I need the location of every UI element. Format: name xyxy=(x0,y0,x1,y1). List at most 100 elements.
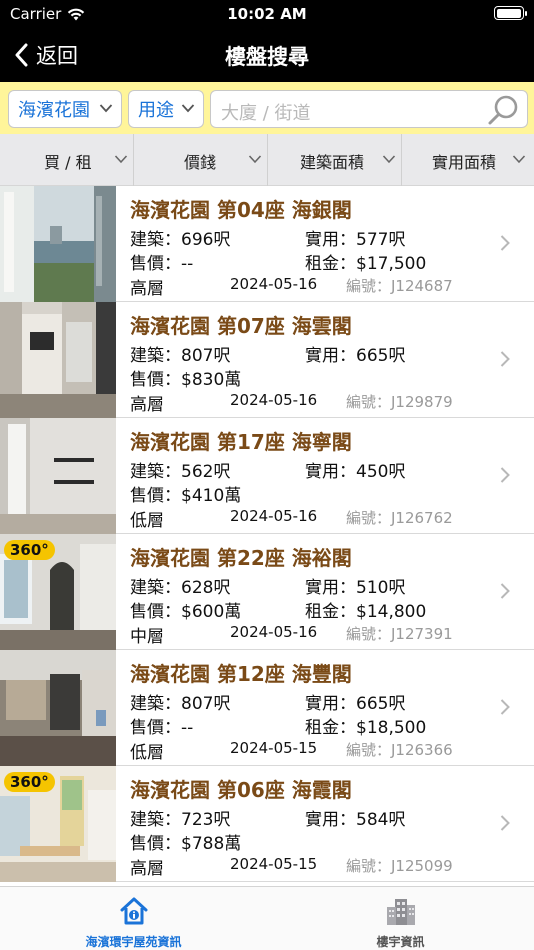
listing-date: 2024-05-16 xyxy=(230,623,318,641)
sale-price: 售價：$830萬 xyxy=(130,370,242,390)
rent-price: 租金：$14,800 xyxy=(305,602,427,622)
listing-code: 編號：J129879 xyxy=(346,393,453,411)
listing-list: 海濱花園 第04座 海銀閣 建築：696呎 實用：577呎 售價：-- 租金：$… xyxy=(0,186,534,886)
sale-price: 售價：$410萬 xyxy=(130,486,242,506)
listing-title: 海濱花園 第22座 海裕閣 xyxy=(130,546,352,570)
listing-row[interactable]: 海濱花園 第07座 海雲閣 建築：807呎 實用：665呎 售價：$830萬 高… xyxy=(0,302,534,418)
listing-title: 海濱花園 第12座 海豐閣 xyxy=(130,662,352,686)
floor-level: 低層 xyxy=(130,743,164,763)
page-title: 樓盤搜尋 xyxy=(225,45,309,69)
sale-price: 售價：-- xyxy=(130,718,194,738)
listing-title: 海濱花園 第04座 海銀閣 xyxy=(130,198,352,222)
chevron-down-icon xyxy=(248,155,262,164)
house-info-icon xyxy=(120,897,147,925)
chevron-down-icon xyxy=(512,155,526,164)
sort-label: 實用面積 xyxy=(432,153,497,172)
listing-row[interactable]: 海濱花園 第04座 海銀閣 建築：696呎 實用：577呎 售價：-- 租金：$… xyxy=(0,186,534,302)
usage-select-value: 用途 xyxy=(138,100,174,121)
status-time: 10:02 AM xyxy=(227,5,307,23)
search-icon[interactable] xyxy=(487,93,521,127)
listing-code: 編號：J126762 xyxy=(346,509,453,527)
chevron-right-icon xyxy=(500,351,510,367)
sort-gross-area[interactable]: 建築面積 xyxy=(268,134,402,186)
usage-select[interactable]: 用途 xyxy=(128,90,204,128)
listing-photo xyxy=(0,186,116,302)
sort-price[interactable]: 價錢 xyxy=(134,134,268,186)
gross-area: 建築：723呎 xyxy=(130,810,231,830)
buildings-icon xyxy=(386,899,415,925)
saleable-area: 實用：665呎 xyxy=(305,346,406,366)
gross-area: 建築：807呎 xyxy=(130,346,231,366)
saleable-area: 實用：577呎 xyxy=(305,230,406,250)
chevron-down-icon xyxy=(181,104,195,113)
estate-select[interactable]: 海濱花園 xyxy=(8,90,122,128)
sort-buy-rent[interactable]: 買 / 租 xyxy=(0,134,134,186)
gross-area: 建築：807呎 xyxy=(130,694,231,714)
listing-code: 編號：J127391 xyxy=(346,625,453,643)
listing-date: 2024-05-16 xyxy=(230,507,318,525)
battery-icon xyxy=(494,6,527,20)
listing-date: 2024-05-15 xyxy=(230,739,318,757)
listing-photo xyxy=(0,650,116,766)
gross-area: 建築：628呎 xyxy=(130,578,231,598)
sort-saleable-area[interactable]: 實用面積 xyxy=(402,134,534,186)
listing-row[interactable]: 360° 海濱花園 第22座 海裕閣 建築：628呎 實用：510呎 售價：$6… xyxy=(0,534,534,650)
listing-code: 編號：J124687 xyxy=(346,277,453,295)
tab-bar: 海濱環宇屋苑資訊 樓宇資訊 xyxy=(0,886,534,950)
sale-price: 售價：-- xyxy=(130,254,194,274)
saleable-area: 實用：510呎 xyxy=(305,578,406,598)
saleable-area: 實用：450呎 xyxy=(305,462,406,482)
chevron-down-icon xyxy=(99,104,113,113)
vr-360-badge: 360° xyxy=(4,540,55,560)
floor-level: 高層 xyxy=(130,859,164,879)
listing-photo xyxy=(0,418,116,534)
chevron-right-icon xyxy=(500,699,510,715)
floor-level: 高層 xyxy=(130,279,164,299)
chevron-right-icon xyxy=(500,583,510,599)
saleable-area: 實用：584呎 xyxy=(305,810,406,830)
floor-level: 中層 xyxy=(130,627,164,647)
listing-code: 編號：J125099 xyxy=(346,857,453,875)
listing-photo xyxy=(0,302,116,418)
listing-row[interactable]: 海濱花園 第12座 海豐閣 建築：807呎 實用：665呎 售價：-- 租金：$… xyxy=(0,650,534,766)
saleable-area: 實用：665呎 xyxy=(305,694,406,714)
sort-label: 買 / 租 xyxy=(44,153,92,172)
estate-select-value: 海濱花園 xyxy=(18,100,90,121)
nav-bar: 返回 樓盤搜尋 xyxy=(0,30,534,80)
sort-bar: 買 / 租 價錢 建築面積 實用面積 xyxy=(0,134,534,186)
sort-label: 建築面積 xyxy=(300,153,365,172)
listing-photo: 360° xyxy=(0,766,116,882)
listing-code: 編號：J126366 xyxy=(346,741,453,759)
floor-level: 低層 xyxy=(130,511,164,531)
floor-level: 高層 xyxy=(130,395,164,415)
chevron-right-icon xyxy=(500,235,510,251)
listing-title: 海濱花園 第07座 海雲閣 xyxy=(130,314,352,338)
listing-date: 2024-05-15 xyxy=(230,855,318,873)
tab-estate-info[interactable]: 海濱環宇屋苑資訊 xyxy=(0,893,267,949)
rent-price: 租金：$18,500 xyxy=(305,718,427,738)
sale-price: 售價：$788萬 xyxy=(130,834,242,854)
sale-price: 售價：$600萬 xyxy=(130,602,242,622)
vr-360-badge: 360° xyxy=(4,772,55,792)
listing-title: 海濱花園 第17座 海寧閣 xyxy=(130,430,352,454)
chevron-right-icon xyxy=(500,467,510,483)
listing-row[interactable]: 海濱花園 第17座 海寧閣 建築：562呎 實用：450呎 售價：$410萬 低… xyxy=(0,418,534,534)
app-header: Carrier 10:02 AM 返回 樓盤搜尋 xyxy=(0,0,534,82)
listing-photo: 360° xyxy=(0,534,116,650)
chevron-down-icon xyxy=(382,155,396,164)
gross-area: 建築：696呎 xyxy=(130,230,231,250)
rent-price: 租金：$17,500 xyxy=(305,254,427,274)
status-bar: Carrier 10:02 AM xyxy=(0,0,534,28)
tab-label: 海濱環宇屋苑資訊 xyxy=(85,935,182,949)
chevron-right-icon xyxy=(500,815,510,831)
listing-date: 2024-05-16 xyxy=(230,391,318,409)
search-placeholder: 大廈 / 街道 xyxy=(221,103,311,124)
listing-row[interactable]: 360° 海濱花園 第06座 海霞閣 建築：723呎 實用：584呎 售價：$7… xyxy=(0,766,534,882)
gross-area: 建築：562呎 xyxy=(130,462,231,482)
search-input[interactable]: 大廈 / 街道 xyxy=(210,90,528,128)
sort-label: 價錢 xyxy=(184,153,217,172)
search-bar: 海濱花園 用途 大廈 / 街道 xyxy=(0,82,534,134)
listing-title: 海濱花園 第06座 海霞閣 xyxy=(130,778,352,802)
tab-building-info[interactable]: 樓宇資訊 xyxy=(267,893,534,949)
chevron-down-icon xyxy=(114,155,128,164)
